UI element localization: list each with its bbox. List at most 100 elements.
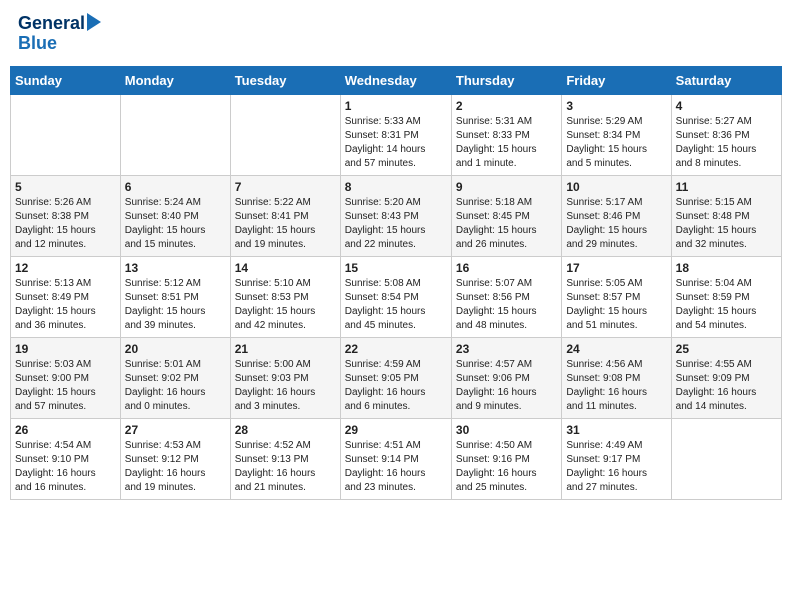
day-number: 8	[345, 180, 447, 194]
calendar-cell: 31 Sunrise: 4:49 AMSunset: 9:17 PMDayligh…	[562, 418, 671, 499]
day-number: 12	[15, 261, 116, 275]
calendar-cell: 13 Sunrise: 5:12 AMSunset: 8:51 PMDayligh…	[120, 256, 230, 337]
day-number: 15	[345, 261, 447, 275]
calendar-cell: 23Sunrise: 4:57 AMSunset: 9:06 PMDayligh…	[451, 337, 561, 418]
calendar-cell: 18 Sunrise: 5:04 AMSunset: 8:59 PMDayligh…	[671, 256, 781, 337]
day-number: 3	[566, 99, 666, 113]
day-info: Sunrise: 5:12 AMSunset: 8:51 PMDaylight:…	[125, 277, 226, 333]
day-info: Sunrise: 5:17 AMSunset: 8:46 PMDaylight:…	[566, 196, 666, 252]
day-info: Sunrise: 5:13 AMSunset: 8:49 PMDaylight:…	[15, 277, 116, 333]
calendar-cell: 14 Sunrise: 5:10 AMSunset: 8:53 PMDayligh…	[230, 256, 340, 337]
calendar-cell: 7 Sunrise: 5:22 AMSunset: 8:41 PMDaylight…	[230, 175, 340, 256]
calendar-cell: 10 Sunrise: 5:17 AMSunset: 8:46 PMDayligh…	[562, 175, 671, 256]
calendar-table: SundayMondayTuesdayWednesdayThursdayFrid…	[10, 66, 782, 500]
calendar-cell	[11, 94, 121, 175]
day-info: Sunrise: 5:24 AMSunset: 8:40 PMDaylight:…	[125, 196, 226, 252]
calendar-cell: 19 Sunrise: 5:03 AMSunset: 9:00 PMDayligh…	[11, 337, 121, 418]
calendar-cell: 29Sunrise: 4:51 AMSunset: 9:14 PMDayligh…	[340, 418, 451, 499]
calendar-cell: 30 Sunrise: 4:50 AMSunset: 9:16 PMDayligh…	[451, 418, 561, 499]
calendar-cell: 4Sunrise: 5:27 AMSunset: 8:36 PMDaylight…	[671, 94, 781, 175]
calendar-cell: 17 Sunrise: 5:05 AMSunset: 8:57 PMDayligh…	[562, 256, 671, 337]
day-info: Sunrise: 4:57 AMSunset: 9:06 PMDaylight:…	[456, 358, 557, 414]
day-info: Sunrise: 5:03 AMSunset: 9:00 PMDaylight:…	[15, 358, 116, 414]
day-info: Sunrise: 5:01 AMSunset: 9:02 PMDaylight:…	[125, 358, 226, 414]
calendar-header-thursday: Thursday	[451, 66, 561, 94]
day-number: 9	[456, 180, 557, 194]
day-number: 21	[235, 342, 336, 356]
calendar-header-sunday: Sunday	[11, 66, 121, 94]
calendar-cell: 9Sunrise: 5:18 AMSunset: 8:45 PMDaylight…	[451, 175, 561, 256]
calendar-cell: 8 Sunrise: 5:20 AMSunset: 8:43 PMDaylight…	[340, 175, 451, 256]
logo: General Blue	[18, 14, 101, 54]
day-info: Sunrise: 5:10 AMSunset: 8:53 PMDaylight:…	[235, 277, 336, 333]
calendar-week-row: 1Sunrise: 5:33 AMSunset: 8:31 PMDaylight…	[11, 94, 782, 175]
day-info: Sunrise: 5:29 AMSunset: 8:34 PMDaylight:…	[566, 115, 666, 171]
calendar-week-row: 19 Sunrise: 5:03 AMSunset: 9:00 PMDayligh…	[11, 337, 782, 418]
calendar-header-monday: Monday	[120, 66, 230, 94]
calendar-header-row: SundayMondayTuesdayWednesdayThursdayFrid…	[11, 66, 782, 94]
calendar-header-wednesday: Wednesday	[340, 66, 451, 94]
day-number: 4	[676, 99, 777, 113]
calendar-header-tuesday: Tuesday	[230, 66, 340, 94]
day-info: Sunrise: 5:22 AMSunset: 8:41 PMDaylight:…	[235, 196, 336, 252]
day-info: Sunrise: 5:05 AMSunset: 8:57 PMDaylight:…	[566, 277, 666, 333]
day-info: Sunrise: 4:54 AMSunset: 9:10 PMDaylight:…	[15, 439, 116, 495]
day-number: 22	[345, 342, 447, 356]
logo-arrow-icon	[87, 13, 101, 31]
day-number: 16	[456, 261, 557, 275]
day-info: Sunrise: 4:49 AMSunset: 9:17 PMDaylight:…	[566, 439, 666, 495]
calendar-header-friday: Friday	[562, 66, 671, 94]
calendar-header-saturday: Saturday	[671, 66, 781, 94]
calendar-cell	[120, 94, 230, 175]
day-number: 1	[345, 99, 447, 113]
calendar-cell: 21 Sunrise: 5:00 AMSunset: 9:03 PMDayligh…	[230, 337, 340, 418]
logo-text-blue: Blue	[18, 34, 101, 54]
day-number: 5	[15, 180, 116, 194]
day-number: 2	[456, 99, 557, 113]
calendar-cell: 12 Sunrise: 5:13 AMSunset: 8:49 PMDayligh…	[11, 256, 121, 337]
day-info: Sunrise: 5:15 AMSunset: 8:48 PMDaylight:…	[676, 196, 777, 252]
calendar-week-row: 5 Sunrise: 5:26 AMSunset: 8:38 PMDaylight…	[11, 175, 782, 256]
day-info: Sunrise: 4:56 AMSunset: 9:08 PMDaylight:…	[566, 358, 666, 414]
day-info: Sunrise: 5:04 AMSunset: 8:59 PMDaylight:…	[676, 277, 777, 333]
day-number: 7	[235, 180, 336, 194]
day-number: 11	[676, 180, 777, 194]
day-number: 24	[566, 342, 666, 356]
day-info: Sunrise: 5:26 AMSunset: 8:38 PMDaylight:…	[15, 196, 116, 252]
day-info: Sunrise: 4:50 AMSunset: 9:16 PMDaylight:…	[456, 439, 557, 495]
day-number: 18	[676, 261, 777, 275]
day-info: Sunrise: 5:31 AMSunset: 8:33 PMDaylight:…	[456, 115, 557, 171]
day-number: 25	[676, 342, 777, 356]
day-info: Sunrise: 5:00 AMSunset: 9:03 PMDaylight:…	[235, 358, 336, 414]
page-header: General Blue	[10, 10, 782, 58]
day-info: Sunrise: 4:53 AMSunset: 9:12 PMDaylight:…	[125, 439, 226, 495]
calendar-cell: 6 Sunrise: 5:24 AMSunset: 8:40 PMDaylight…	[120, 175, 230, 256]
day-number: 10	[566, 180, 666, 194]
day-info: Sunrise: 5:07 AMSunset: 8:56 PMDaylight:…	[456, 277, 557, 333]
day-number: 13	[125, 261, 226, 275]
calendar-week-row: 26Sunrise: 4:54 AMSunset: 9:10 PMDayligh…	[11, 418, 782, 499]
day-info: Sunrise: 4:52 AMSunset: 9:13 PMDaylight:…	[235, 439, 336, 495]
calendar-cell: 1Sunrise: 5:33 AMSunset: 8:31 PMDaylight…	[340, 94, 451, 175]
day-number: 30	[456, 423, 557, 437]
calendar-cell: 11 Sunrise: 5:15 AMSunset: 8:48 PMDayligh…	[671, 175, 781, 256]
day-number: 31	[566, 423, 666, 437]
day-info: Sunrise: 4:55 AMSunset: 9:09 PMDaylight:…	[676, 358, 777, 414]
calendar-cell: 26Sunrise: 4:54 AMSunset: 9:10 PMDayligh…	[11, 418, 121, 499]
calendar-cell: 22 Sunrise: 4:59 AMSunset: 9:05 PMDayligh…	[340, 337, 451, 418]
day-number: 17	[566, 261, 666, 275]
day-info: Sunrise: 5:20 AMSunset: 8:43 PMDaylight:…	[345, 196, 447, 252]
logo-text: General	[18, 14, 85, 34]
day-number: 14	[235, 261, 336, 275]
day-number: 6	[125, 180, 226, 194]
day-number: 28	[235, 423, 336, 437]
calendar-cell: 3 Sunrise: 5:29 AMSunset: 8:34 PMDaylight…	[562, 94, 671, 175]
calendar-cell: 15 Sunrise: 5:08 AMSunset: 8:54 PMDayligh…	[340, 256, 451, 337]
calendar-cell: 24 Sunrise: 4:56 AMSunset: 9:08 PMDayligh…	[562, 337, 671, 418]
day-number: 19	[15, 342, 116, 356]
calendar-cell: 27Sunrise: 4:53 AMSunset: 9:12 PMDayligh…	[120, 418, 230, 499]
day-info: Sunrise: 4:59 AMSunset: 9:05 PMDaylight:…	[345, 358, 447, 414]
day-info: Sunrise: 5:08 AMSunset: 8:54 PMDaylight:…	[345, 277, 447, 333]
calendar-week-row: 12 Sunrise: 5:13 AMSunset: 8:49 PMDayligh…	[11, 256, 782, 337]
calendar-cell	[671, 418, 781, 499]
